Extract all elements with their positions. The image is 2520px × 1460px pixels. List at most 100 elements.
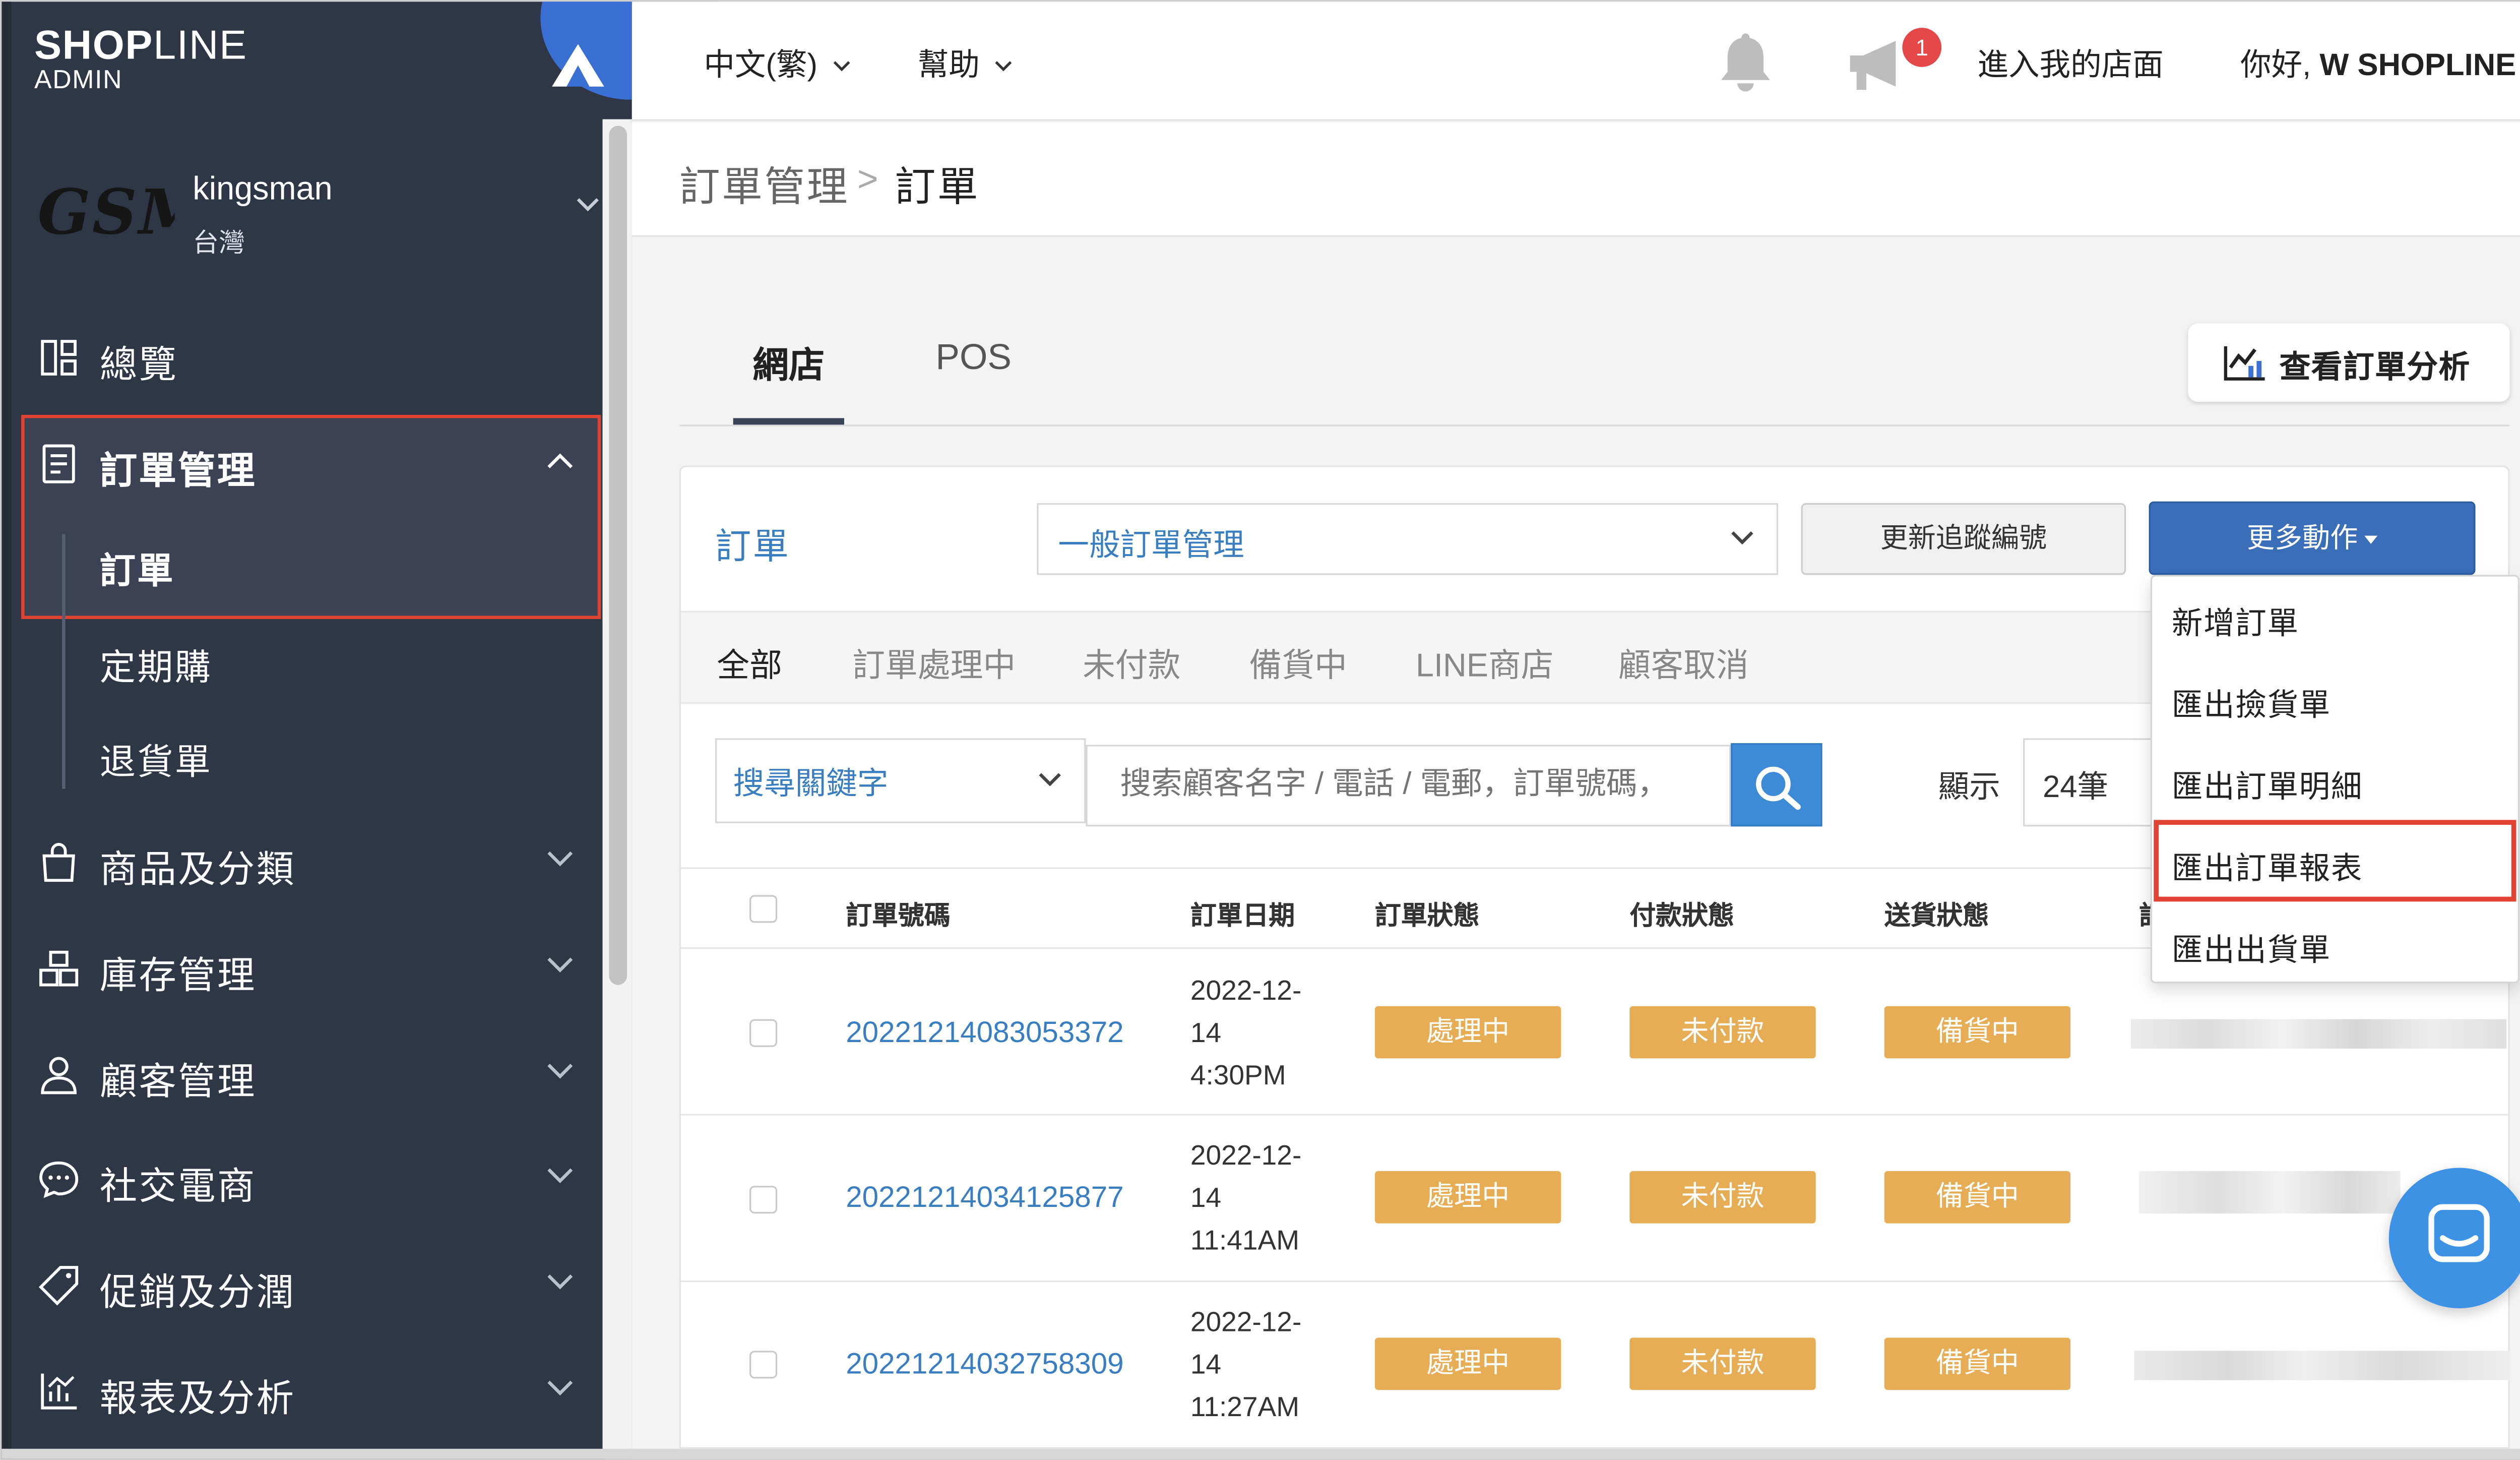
- sidebar-subitem-orders[interactable]: 訂單: [100, 542, 175, 595]
- order-status-badge: 處理中: [1374, 1171, 1561, 1224]
- view-order-analytics-button[interactable]: 查看訂單分析: [2188, 323, 2510, 402]
- chevron-down-icon: [547, 1168, 573, 1183]
- redacted-content: [2139, 1171, 2401, 1214]
- redacted-content: [2130, 1019, 2507, 1049]
- column-header-order-date[interactable]: 訂單日期: [1190, 893, 1295, 933]
- chat-support-button[interactable]: [2388, 1168, 2520, 1309]
- search-button[interactable]: [1731, 743, 1822, 827]
- sidebar-item-promotions[interactable]: 促銷及分潤: [12, 1235, 603, 1336]
- menu-highlight-box: [2154, 820, 2516, 902]
- chevron-down-icon: [547, 957, 573, 973]
- app-window: SHOPLINE ADMIN GSM kingsman 台灣 總覽 訂單管理 訂…: [0, 0, 2520, 1460]
- sidebar-item-social-commerce[interactable]: 社交電商: [12, 1129, 603, 1230]
- order-date-line: 2022-12-: [1190, 1140, 1302, 1171]
- sidebar-subitem-subscriptions[interactable]: 定期購: [100, 639, 213, 691]
- sidebar-subitem-returns[interactable]: 退貨單: [100, 734, 213, 786]
- storefront-link[interactable]: 進入我的店面: [1977, 41, 2163, 85]
- tab-pos[interactable]: POS: [935, 336, 1012, 379]
- more-actions-label: 更多動作: [2246, 522, 2358, 554]
- sidebar-item-overview[interactable]: 總覽: [12, 307, 603, 408]
- select-all-checkbox[interactable]: [749, 895, 778, 923]
- filter-tab-preparing[interactable]: 備貨中: [1249, 639, 1347, 686]
- row-checkbox[interactable]: [749, 1186, 778, 1214]
- analytics-icon: [2224, 346, 2265, 381]
- sidebar-item-label: 促銷及分潤: [99, 1270, 296, 1313]
- chevron-up-icon: [547, 453, 573, 468]
- chat-icon: [2428, 1204, 2490, 1262]
- chevron-down-icon: [547, 1064, 573, 1079]
- sidebar-item-customers[interactable]: 顧客管理: [12, 1024, 603, 1125]
- delivery-status-badge: 備貨中: [1884, 1337, 2071, 1390]
- bell-icon[interactable]: [1716, 33, 1775, 95]
- active-tab-indicator: [733, 418, 844, 425]
- delivery-status-badge: 備貨中: [1884, 1171, 2071, 1224]
- filter-tab-line-store[interactable]: LINE商店: [1416, 639, 1554, 686]
- channel-tabs-divider: [679, 424, 2510, 427]
- search-input[interactable]: [1086, 745, 1731, 827]
- help-menu[interactable]: 幫助: [918, 41, 1013, 85]
- order-date: 2022-12- 14 4:30PM: [1190, 970, 1302, 1098]
- search-icon: [1756, 766, 1801, 810]
- dashboard-icon: [41, 340, 77, 376]
- orders-card-title: 訂單: [715, 526, 791, 567]
- caret-down-icon: [2364, 535, 2378, 544]
- filter-tab-unpaid[interactable]: 未付款: [1083, 639, 1180, 686]
- order-date-line: 2022-12-: [1190, 975, 1302, 1006]
- menu-item-export-delivery-note[interactable]: 匯出出貨單: [2172, 926, 2331, 970]
- order-number-link[interactable]: 20221214083053372: [846, 1016, 1123, 1050]
- user-icon: [41, 1057, 77, 1094]
- chat-bubble-icon: [39, 1161, 79, 1198]
- order-number-link[interactable]: 20221214032758309: [846, 1348, 1123, 1382]
- store-switcher[interactable]: GSM kingsman 台灣: [12, 129, 603, 279]
- more-actions-button[interactable]: 更多動作: [2149, 501, 2476, 575]
- delivery-status-badge: 備貨中: [1884, 1006, 2071, 1059]
- update-tracking-button[interactable]: 更新追蹤編號: [1801, 503, 2126, 575]
- order-status-badge: 處理中: [1374, 1006, 1561, 1059]
- sidebar-item-label: 社交電商: [99, 1164, 257, 1207]
- filter-tab-processing[interactable]: 訂單處理中: [852, 639, 1016, 686]
- row-checkbox[interactable]: [749, 1019, 778, 1047]
- row-checkbox[interactable]: [749, 1351, 778, 1379]
- chevron-down-icon: [1731, 531, 1753, 545]
- sidebar-item-orders[interactable]: 訂單管理: [12, 413, 603, 515]
- keyword-type-select[interactable]: 搜尋關鍵字: [715, 738, 1086, 823]
- order-date: 2022-12- 14 11:27AM: [1190, 1302, 1302, 1429]
- more-actions-menu: 新增訂單 匯出撿貨單 匯出訂單明細 匯出訂單報表 匯出出貨單: [2150, 575, 2520, 984]
- sidebar-item-inventory[interactable]: 庫存管理: [12, 918, 603, 1019]
- user-menu[interactable]: 你好, W SHOPLINE: [2240, 41, 2520, 85]
- sidebar-scrollbar-thumb[interactable]: [609, 126, 627, 985]
- order-type-select[interactable]: 一般訂單管理: [1037, 503, 1779, 575]
- inventory-icon: [39, 950, 79, 987]
- order-date-line: 14: [1190, 1182, 1222, 1214]
- chevron-down-icon: [547, 851, 573, 867]
- sidebar-item-label: 訂單管理: [99, 449, 257, 492]
- menu-item-export-order-details[interactable]: 匯出訂單明細: [2172, 763, 2363, 807]
- chevron-down-icon: [577, 198, 599, 212]
- page-size-select[interactable]: 24筆: [2023, 738, 2154, 827]
- sidebar-item-label: 商品及分類: [99, 847, 296, 890]
- shopline-logo[interactable]: SHOPLINE ADMIN: [34, 23, 247, 95]
- filter-tab-customer-cancelled[interactable]: 顧客取消: [1618, 639, 1749, 686]
- document-icon: [42, 444, 75, 483]
- order-date-line: 14: [1190, 1349, 1222, 1380]
- shopping-bag-icon: [42, 843, 75, 882]
- order-date-line: 4:30PM: [1190, 1060, 1286, 1091]
- menu-item-add-order[interactable]: 新增訂單: [2172, 599, 2299, 643]
- store-region: 台灣: [193, 230, 245, 258]
- sidebar-item-label: 報表及分析: [99, 1377, 296, 1420]
- filter-tab-all[interactable]: 全部: [717, 639, 782, 686]
- menu-item-export-picking-list[interactable]: 匯出撿貨單: [2172, 681, 2331, 725]
- notification-badge: 1: [1902, 28, 1942, 67]
- tab-online-store[interactable]: 網店: [753, 336, 825, 389]
- sidebar-item-products[interactable]: 商品及分類: [12, 812, 603, 913]
- page-size-label: 顯示: [1938, 771, 2000, 806]
- breadcrumb-parent[interactable]: 訂單管理: [679, 155, 849, 214]
- order-date-line: 14: [1190, 1017, 1222, 1049]
- language-selector[interactable]: 中文(繁): [704, 41, 850, 85]
- column-header-order-no[interactable]: 訂單號碼: [846, 893, 950, 933]
- window-bottom-edge: [2, 1448, 2520, 1459]
- keyword-type-value: 搜尋關鍵字: [733, 767, 889, 802]
- sidebar-item-reports[interactable]: 報表及分析: [12, 1341, 603, 1442]
- chart-icon: [41, 1373, 77, 1410]
- order-number-link[interactable]: 20221214034125877: [846, 1181, 1123, 1215]
